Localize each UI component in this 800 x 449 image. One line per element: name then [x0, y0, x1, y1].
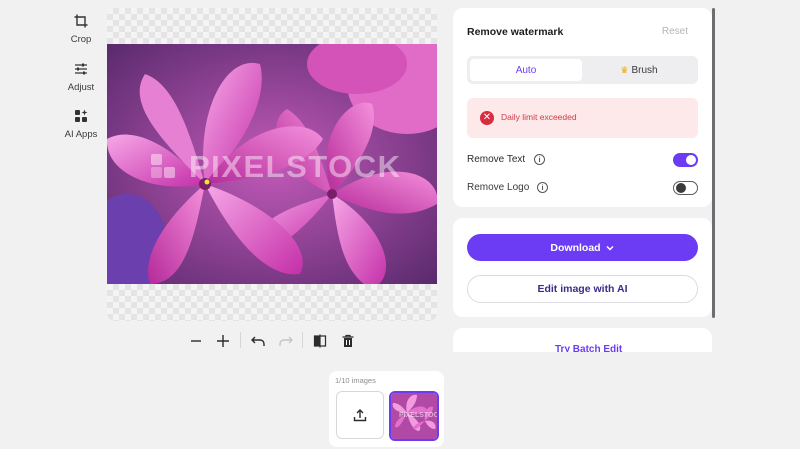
redo-icon	[279, 336, 293, 346]
delete-icon	[342, 334, 354, 347]
zoom-out-icon	[191, 340, 201, 342]
zoom-out-button[interactable]	[186, 331, 206, 351]
upload-icon	[353, 409, 367, 422]
mode-auto-label: Auto	[515, 64, 537, 76]
remove-text-label: Remove Text	[467, 154, 526, 165]
tool-ai-apps-label: AI Apps	[64, 129, 98, 140]
undo-icon	[251, 336, 265, 346]
remove-text-toggle[interactable]	[673, 153, 698, 167]
error-icon: ✕	[480, 111, 494, 125]
edit-with-ai-label: Edit image with AI	[537, 283, 628, 295]
toolbar-divider	[302, 332, 303, 348]
remove-logo-label: Remove Logo	[467, 182, 530, 193]
zoom-in-button[interactable]	[213, 331, 233, 351]
remove-watermark-card: Remove watermark Reset Auto ♛ Brush ✕ Dai…	[453, 8, 712, 207]
tool-crop-label: Crop	[70, 34, 92, 45]
batch-preview-image	[487, 345, 543, 352]
reset-button[interactable]: Reset	[662, 26, 688, 37]
flower-image: PIXELSTOCK	[107, 44, 437, 284]
tool-ai-apps[interactable]: AI Apps	[60, 109, 102, 140]
sliders-icon	[75, 63, 87, 75]
info-icon[interactable]: i	[534, 154, 545, 165]
crop-icon	[74, 14, 88, 28]
remove-logo-toggle[interactable]	[673, 181, 698, 195]
tool-adjust-label: Adjust	[67, 82, 95, 93]
toggle-knob	[676, 183, 686, 193]
image-canvas[interactable]: PIXELSTOCK	[107, 8, 437, 321]
tool-adjust[interactable]: Adjust	[60, 62, 102, 93]
watermark-text: PIXELSTOCK	[189, 149, 402, 184]
svg-text:PIXELSTOCK: PIXELSTOCK	[399, 412, 437, 419]
compare-icon	[313, 334, 327, 348]
mode-brush-tab[interactable]: ♛ Brush	[583, 59, 695, 81]
actions-card: Download Edit image with AI	[453, 218, 712, 317]
tool-crop[interactable]: Crop	[60, 14, 102, 45]
upload-button[interactable]	[336, 391, 384, 439]
toggle-knob	[686, 155, 696, 165]
try-batch-edit-link[interactable]: Try Batch Edit	[555, 344, 622, 352]
panel-scrollbar[interactable]	[712, 8, 715, 318]
compare-button[interactable]	[310, 331, 330, 351]
image-count: 1/10 images	[335, 376, 376, 385]
toolbar-divider	[240, 332, 241, 348]
panel-title: Remove watermark	[467, 26, 564, 38]
thumbnail-strip: 1/10 images PIXELSTOCK	[329, 371, 444, 447]
alert-message: Daily limit exceeded	[501, 112, 577, 122]
download-button[interactable]: Download	[467, 234, 698, 261]
watermark-logo	[151, 154, 177, 180]
apps-icon	[75, 109, 88, 122]
image-thumbnail[interactable]: PIXELSTOCK	[389, 391, 439, 441]
chevron-down-icon	[606, 245, 614, 251]
batch-edit-card[interactable]: Try Batch Edit	[453, 328, 712, 352]
info-icon[interactable]: i	[537, 182, 548, 193]
mode-auto-tab[interactable]: Auto	[470, 59, 582, 81]
download-label: Download	[550, 241, 601, 254]
zoom-in-icon	[217, 335, 229, 347]
error-alert: ✕ Daily limit exceeded	[467, 98, 698, 138]
edit-with-ai-button[interactable]: Edit image with AI	[467, 275, 698, 303]
delete-button[interactable]	[338, 331, 358, 351]
crown-icon: ♛	[620, 64, 629, 75]
mode-selector: Auto ♛ Brush	[467, 56, 698, 84]
mode-brush-label: Brush	[631, 64, 658, 76]
undo-button[interactable]	[248, 331, 268, 351]
redo-button[interactable]	[276, 331, 296, 351]
